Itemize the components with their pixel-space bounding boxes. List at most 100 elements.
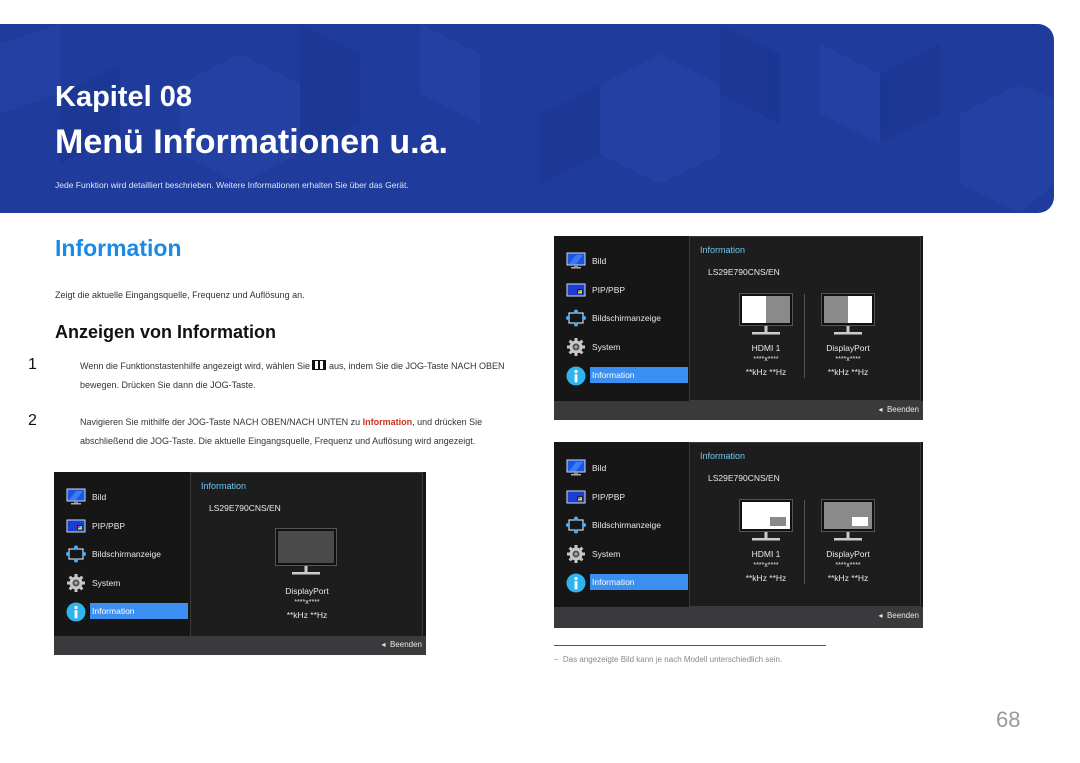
step-1-number: 1 bbox=[28, 356, 37, 373]
footnote-text: Das angezeigte Bild kann je nach Modell … bbox=[562, 655, 783, 664]
source-info: DisplayPort ****x**** **kHz **Hz bbox=[808, 342, 888, 378]
source-name: HDMI 1 bbox=[751, 343, 781, 353]
info-icon bbox=[566, 573, 586, 593]
exit-label: Beenden bbox=[389, 640, 422, 649]
osd-menu-item-bildschirmanzeige[interactable]: Bildschirmanzeige bbox=[554, 308, 690, 328]
model-name: LS29E790CNS/EN bbox=[708, 267, 780, 277]
picture-icon bbox=[66, 488, 86, 506]
source-frequency: **kHz **Hz bbox=[745, 573, 787, 583]
osd-menu-item-label: Bildschirmanzeige bbox=[592, 313, 661, 323]
monitor-icon-source-1 bbox=[739, 499, 793, 541]
step-2-text-before: Navigieren Sie mithilfe der JOG-Taste NA… bbox=[80, 417, 363, 427]
osd-menu-item-pip-pbp[interactable]: PIP/PBP bbox=[554, 487, 690, 507]
pip-pbp-icon bbox=[566, 488, 586, 506]
chapter-banner: Kapitel 08 Menü Informationen u.a. Jede … bbox=[0, 24, 1054, 213]
exit-button[interactable]: ◂ Beenden bbox=[879, 611, 920, 620]
footnote-dash: – bbox=[554, 655, 563, 664]
exit-label: Beenden bbox=[886, 611, 919, 620]
chapter-title: Menü Informationen u.a. bbox=[55, 123, 448, 161]
osd-menu-item-bild[interactable]: Bild bbox=[554, 458, 690, 478]
source-resolution: ****x**** bbox=[753, 356, 779, 363]
source-frequency: **kHz **Hz bbox=[286, 610, 328, 620]
osd-menu-item-information[interactable]: Information bbox=[54, 601, 190, 622]
osd-menu-item-system[interactable]: System bbox=[554, 337, 690, 357]
osd-bottom-bar: ◂ Beenden bbox=[554, 401, 923, 420]
onscreen-display-icon bbox=[566, 309, 586, 327]
monitor-icon-source-1 bbox=[739, 293, 793, 335]
source-resolution: ****x**** bbox=[835, 356, 861, 363]
osd-menu-item-pip-pbp[interactable]: PIP/PBP bbox=[54, 516, 190, 536]
exit-label: Beenden bbox=[886, 405, 919, 414]
exit-button[interactable]: ◂ Beenden bbox=[382, 640, 423, 649]
osd-menu-item-pip-pbp[interactable]: PIP/PBP bbox=[554, 280, 690, 300]
model-name: LS29E790CNS/EN bbox=[209, 503, 281, 513]
info-panel: Information LS29E790CNS/EN HDMI 1 ****x*… bbox=[689, 442, 921, 607]
pip-pbp-icon bbox=[66, 517, 86, 535]
osd-menu-item-information[interactable]: Information bbox=[554, 365, 690, 386]
osd-menu-item-label: Bild bbox=[92, 492, 107, 502]
chapter-number: Kapitel 08 bbox=[55, 81, 192, 113]
source-name: DisplayPort bbox=[826, 549, 870, 559]
osd-menu-item-label: Information bbox=[90, 603, 188, 619]
source-info: DisplayPort ****x**** **kHz **Hz bbox=[267, 585, 347, 621]
source-info: HDMI 1 ****x**** **kHz **Hz bbox=[726, 548, 806, 584]
osd-menu-item-bild[interactable]: Bild bbox=[554, 251, 690, 271]
gear-icon bbox=[566, 544, 586, 563]
osd-menu-item-label: System bbox=[592, 341, 621, 352]
info-icon bbox=[66, 602, 86, 622]
monitor-icon bbox=[275, 528, 337, 575]
model-name: LS29E790CNS/EN bbox=[708, 473, 780, 483]
step-2-highlight: Information bbox=[362, 417, 413, 427]
osd-menu-item-label: Bild bbox=[592, 256, 607, 266]
source-resolution: ****x**** bbox=[835, 562, 861, 569]
osd-bottom-bar: ◂ Beenden bbox=[54, 636, 426, 655]
osd-menu-item-information[interactable]: Information bbox=[554, 572, 690, 593]
osd-screen-pbp: Bild PIP/PBP Bildschirmanzeige System In… bbox=[554, 236, 923, 420]
osd-menu-item-label: PIP/PBP bbox=[592, 491, 626, 502]
source-frequency: **kHz **Hz bbox=[745, 367, 787, 377]
info-panel: Information LS29E790CNS/EN HDMI 1 ****x*… bbox=[689, 236, 921, 401]
left-arrow-icon: ◂ bbox=[878, 611, 887, 620]
osd-screen-single: Bild PIP/PBP Bildschirmanzeige System In… bbox=[54, 472, 426, 655]
source-resolution: ****x**** bbox=[753, 562, 779, 569]
monitor-icon-source-2 bbox=[821, 499, 875, 541]
step-1-text-before: Wenn die Funktionstastenhilfe angezeigt … bbox=[80, 361, 313, 371]
chapter-description: Jede Funktion wird detailliert beschrieb… bbox=[55, 180, 409, 190]
function-key-icon bbox=[312, 360, 327, 370]
step-2-text: Navigieren Sie mithilfe der JOG-Taste NA… bbox=[80, 413, 525, 451]
left-arrow-icon: ◂ bbox=[381, 640, 390, 649]
monitor-icon-source-2 bbox=[821, 293, 875, 335]
source-frequency: **kHz **Hz bbox=[827, 573, 869, 583]
info-panel-title: Information bbox=[201, 481, 247, 491]
picture-icon bbox=[566, 459, 586, 477]
osd-menu-item-label: Bild bbox=[592, 463, 607, 473]
step-2-number: 2 bbox=[28, 412, 37, 429]
source-info: DisplayPort ****x**** **kHz **Hz bbox=[808, 548, 888, 584]
osd-menu-item-label: Bildschirmanzeige bbox=[592, 520, 661, 530]
osd-menu-item-label: Information bbox=[590, 367, 688, 383]
step-1-text: Wenn die Funktionstastenhilfe angezeigt … bbox=[80, 357, 525, 395]
osd-menu-item-label: PIP/PBP bbox=[92, 520, 126, 531]
picture-icon bbox=[566, 252, 586, 270]
source-name: DisplayPort bbox=[285, 586, 329, 596]
osd-menu-item-bild[interactable]: Bild bbox=[54, 487, 190, 507]
info-panel-title: Information bbox=[700, 245, 746, 255]
page-number: 68 bbox=[996, 707, 1021, 732]
subsection-title: Anzeigen von Information bbox=[55, 322, 277, 342]
section-title: Information bbox=[55, 235, 182, 261]
exit-button[interactable]: ◂ Beenden bbox=[879, 405, 920, 414]
source-info: HDMI 1 ****x**** **kHz **Hz bbox=[726, 342, 806, 378]
onscreen-display-icon bbox=[66, 545, 86, 563]
osd-menu-item-system[interactable]: System bbox=[554, 544, 690, 564]
onscreen-display-icon bbox=[566, 516, 586, 534]
osd-bottom-bar: ◂ Beenden bbox=[554, 607, 923, 628]
source-name: HDMI 1 bbox=[751, 549, 781, 559]
osd-menu-item-system[interactable]: System bbox=[54, 573, 190, 593]
footnote: – Das angezeigte Bild kann je nach Model… bbox=[554, 655, 782, 664]
osd-menu-item-label: PIP/PBP bbox=[592, 284, 626, 295]
osd-menu-item-bildschirmanzeige[interactable]: Bildschirmanzeige bbox=[554, 515, 690, 535]
gear-icon bbox=[66, 573, 86, 592]
info-panel: Information LS29E790CNS/EN DisplayPort *… bbox=[190, 472, 423, 637]
source-frequency: **kHz **Hz bbox=[827, 367, 869, 377]
osd-menu-item-bildschirmanzeige[interactable]: Bildschirmanzeige bbox=[54, 544, 190, 564]
